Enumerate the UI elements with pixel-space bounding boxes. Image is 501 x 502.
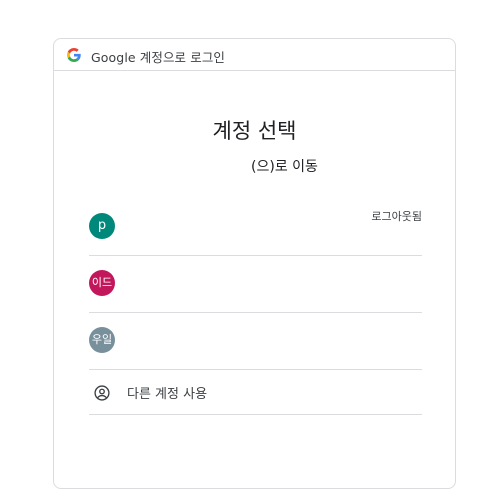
account-row-3[interactable]: 우일 xyxy=(89,313,422,370)
account-row-1[interactable]: p 로그아웃됨 xyxy=(89,199,422,256)
avatar: p xyxy=(89,213,115,239)
account-list: p 로그아웃됨 이드 우일 다른 계정 사용 xyxy=(89,199,422,415)
subtitle-suffix: (으)로 이동 xyxy=(251,159,318,175)
signed-out-label: 로그아웃됨 xyxy=(371,210,422,223)
account-circle-icon xyxy=(94,385,110,401)
avatar: 이드 xyxy=(89,270,115,296)
sign-in-card: Google 계정으로 로그인 계정 선택 (으)로 이동 p 로그아웃됨 이드… xyxy=(53,38,456,489)
google-g-icon xyxy=(67,48,81,62)
subtitle: (으)로 이동 xyxy=(54,156,455,176)
use-another-account-label: 다른 계정 사용 xyxy=(127,387,208,402)
card-header: Google 계정으로 로그인 xyxy=(54,39,455,71)
header-text: Google 계정으로 로그인 xyxy=(91,50,226,65)
avatar: 우일 xyxy=(89,327,115,353)
use-another-account-button[interactable]: 다른 계정 사용 xyxy=(89,370,422,415)
page-title: 계정 선택 xyxy=(212,119,297,143)
account-row-2[interactable]: 이드 xyxy=(89,256,422,313)
